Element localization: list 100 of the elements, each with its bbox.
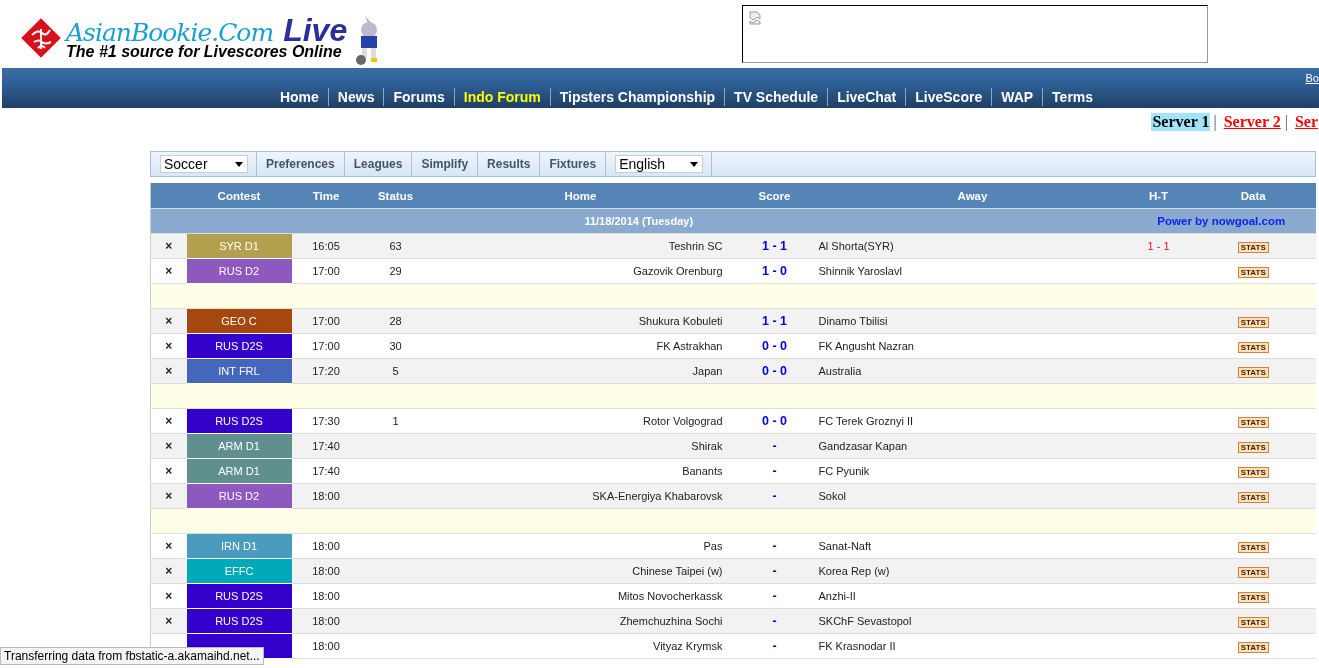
stats-button[interactable]: STATS [1237,566,1269,578]
match-score[interactable]: 1 - 0 [762,264,787,278]
server-link[interactable]: Server 2 [1222,113,1282,131]
match-score[interactable]: - [772,564,777,578]
match-score[interactable]: 0 - 0 [762,414,787,428]
remove-button[interactable]: × [165,464,173,478]
stats-button[interactable]: STATS [1237,241,1269,253]
match-score[interactable]: - [772,489,777,503]
match-minute: 1 [392,415,399,427]
stats-button[interactable]: STATS [1237,416,1269,428]
server-link[interactable]: Server 1 [1151,113,1211,131]
nav-link[interactable]: Home [270,88,329,106]
nav-link[interactable]: Tipsters Championship [550,88,726,106]
home-team: Mitos Novocherkassk [617,590,723,602]
away-team: Sokol [818,490,847,502]
match-score[interactable]: - [772,439,777,453]
stats-button[interactable]: STATS [1237,316,1269,328]
nav-link[interactable]: Indo Forum [454,88,551,106]
nav-link[interactable]: News [328,88,385,106]
remove-button[interactable]: × [165,564,173,578]
stats-button[interactable]: STATS [1237,466,1269,478]
match-score[interactable]: - [772,614,777,628]
home-team: SKA-Energiya Khabarovsk [592,490,723,502]
dropdown[interactable]: English [615,155,704,173]
column-header: Contest [217,189,261,202]
stats-button[interactable]: STATS [1237,541,1269,553]
separator: | [1213,113,1217,131]
status-bar: Transferring data from fbstatic-a.akamaihd.net... [0,647,264,665]
column-header: Status [377,189,414,202]
stats-button[interactable]: STATS [1237,641,1269,653]
match-time: 17:40 [312,440,340,452]
match-time: 17:30 [312,415,340,427]
stats-button[interactable]: STATS [1237,616,1269,628]
away-team: Anzhi-II [818,590,856,602]
match-score[interactable]: - [772,539,777,553]
away-team: Dinamo Tbilisi [818,315,888,327]
nav-link[interactable]: LiveScore [906,88,993,106]
remove-button[interactable]: × [165,414,173,428]
match-score[interactable]: - [772,639,777,653]
match-score[interactable]: 0 - 0 [762,339,787,353]
toolbar-button[interactable]: Results [478,152,541,176]
stats-button[interactable]: STATS [1237,491,1269,503]
remove-button[interactable]: × [165,439,173,453]
match-time: 17:00 [312,340,340,352]
toolbar-button[interactable]: Fixtures [540,152,607,176]
remove-button[interactable]: × [165,264,173,278]
league-label: SYR D1 [186,233,292,259]
dropdown-arrow-icon [690,161,699,167]
remove-button[interactable]: × [165,614,173,628]
toolbar-button[interactable]: Leagues [344,152,413,176]
toolbar-button[interactable]: Simplify [412,152,479,176]
league-label: RUS D2 [186,258,292,284]
remove-button[interactable]: × [165,589,173,603]
remove-button[interactable]: × [165,364,173,378]
match-score[interactable]: 1 - 1 [762,314,787,328]
remove-button[interactable]: × [165,539,173,553]
match-score[interactable]: - [772,589,777,603]
match-score[interactable]: - [772,464,777,478]
remove-button[interactable]: × [165,339,173,353]
home-team: Gazovik Orenburg [633,265,723,277]
stats-button[interactable]: STATS [1237,266,1269,278]
toolbar-button[interactable]: Preferences [257,152,345,176]
remove-button[interactable]: × [165,314,173,328]
match-time: 18:00 [312,590,340,602]
nav-link[interactable]: LiveChat [828,88,907,106]
stats-button[interactable]: STATS [1237,591,1269,603]
broken-image-icon [749,11,762,25]
half-time-score: 1 - 1 [1147,240,1170,252]
nav-link[interactable]: Terms [1043,88,1103,106]
dropdown[interactable]: Soccer [160,155,248,173]
away-team: Australia [818,365,862,377]
league-label: INT FRL [186,358,292,384]
league-label: EFFC [186,558,292,584]
remove-button[interactable]: × [165,489,173,503]
home-team: Pas [703,540,723,552]
away-team: Korea Rep (w) [818,565,890,577]
away-team: FC Terek Groznyi II [818,415,914,427]
separator: | [1284,113,1288,131]
match-time: 16:05 [312,240,340,252]
column-header: Data [1240,189,1266,202]
server-link[interactable]: Ser [1293,113,1319,131]
match-score[interactable]: 1 - 1 [762,239,787,253]
league-label: RUS D2S [186,408,292,434]
match-score[interactable]: 0 - 0 [762,364,787,378]
match-time: 17:00 [312,315,340,327]
away-team: Al Shorta(SYR) [818,240,894,252]
nav-link[interactable]: TV Schedule [725,88,829,106]
match-minute: 30 [389,340,402,352]
nav-link[interactable]: Bo [1305,72,1319,86]
stats-button[interactable]: STATS [1237,341,1269,353]
league-label: RUS D2S [186,608,292,634]
logo-live: Live [283,15,348,44]
nav-link[interactable]: WAP [992,88,1044,106]
match-time: 18:00 [312,565,340,577]
away-team: SKChF Sevastopol [818,615,912,627]
stats-button[interactable]: STATS [1237,366,1269,378]
stats-button[interactable]: STATS [1237,441,1269,453]
match-minute: 28 [389,315,402,327]
remove-button[interactable]: × [165,239,173,253]
nav-link[interactable]: Forums [384,88,455,106]
